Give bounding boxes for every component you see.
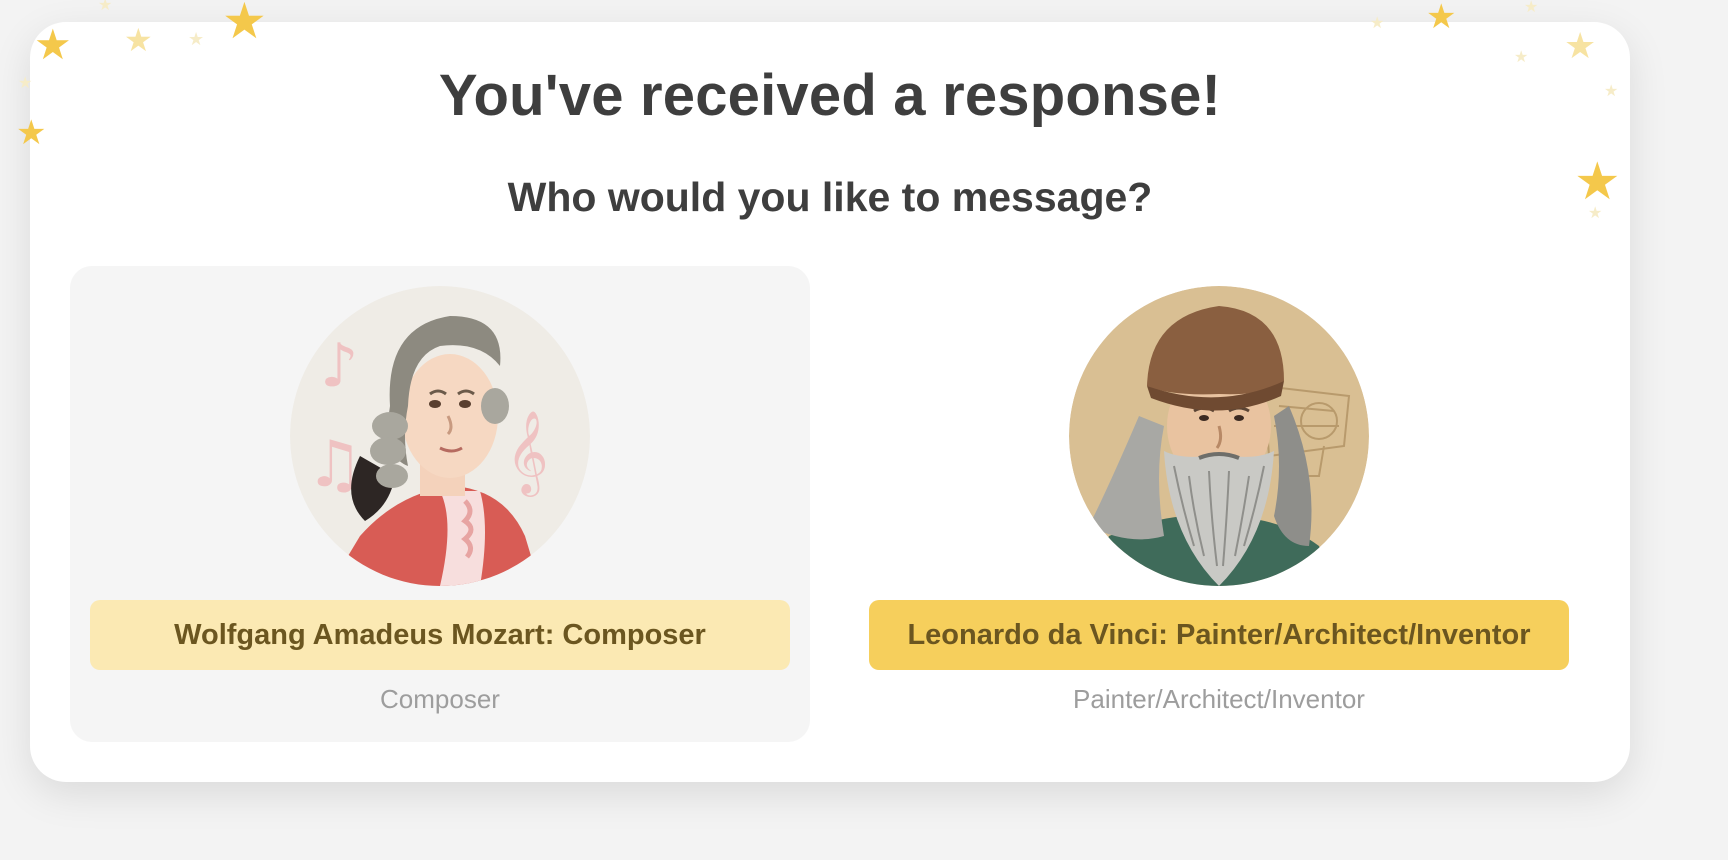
option-card-mozart[interactable]: ♪ ♫ 𝄞 Wolfgang Amadeus Mozart: Composer … <box>70 266 810 742</box>
mozart-portrait: ♪ ♫ 𝄞 <box>290 286 590 586</box>
select-mozart-button[interactable]: Wolfgang Amadeus Mozart: Composer <box>90 600 790 670</box>
option-role: Painter/Architect/Inventor <box>1073 684 1365 714</box>
option-card-leonardo[interactable]: Leonardo da Vinci: Painter/Architect/Inv… <box>849 266 1589 742</box>
svg-text:𝄞: 𝄞 <box>506 409 549 497</box>
mozart-portrait-image: ♪ ♫ 𝄞 <box>290 286 590 586</box>
star-icon: ★ <box>98 0 113 14</box>
leonardo-portrait <box>1069 286 1369 586</box>
response-dialog: You've received a response! Who would yo… <box>30 22 1630 782</box>
star-icon: ★ <box>1524 0 1539 16</box>
leonardo-portrait-image <box>1069 286 1369 586</box>
select-leonardo-button[interactable]: Leonardo da Vinci: Painter/Architect/Inv… <box>869 600 1569 670</box>
svg-text:♪: ♪ <box>320 331 358 401</box>
dialog-title: You've received a response! <box>438 63 1222 128</box>
option-role: Composer <box>380 684 500 714</box>
dialog-prompt: Who would you like to message? <box>507 174 1153 220</box>
